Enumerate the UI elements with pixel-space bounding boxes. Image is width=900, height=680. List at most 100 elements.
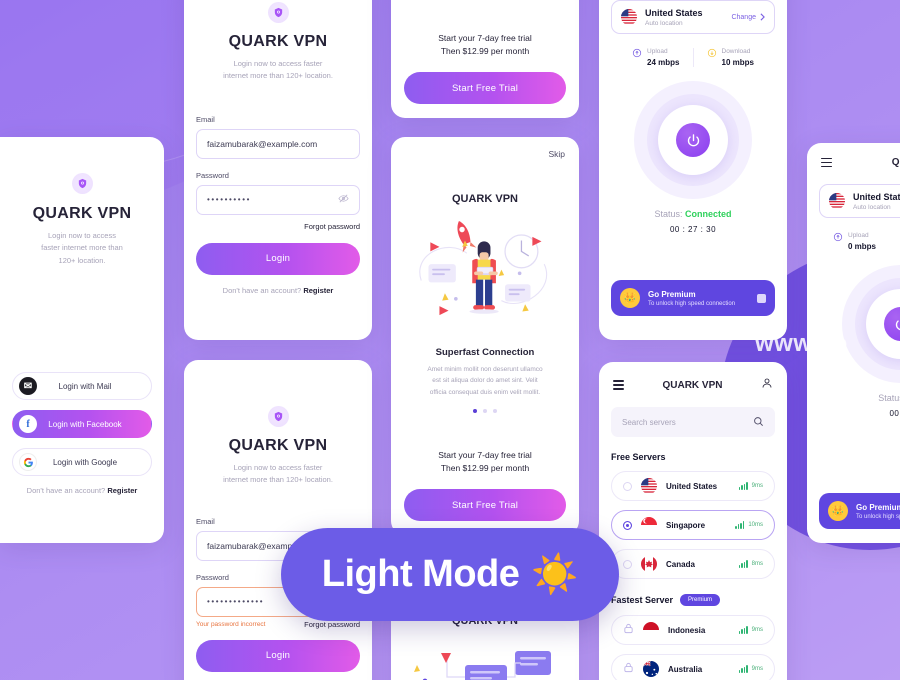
crown-icon: 👑: [828, 501, 848, 521]
flag-us-icon: [641, 478, 657, 494]
server-ping: 9ms: [738, 665, 763, 673]
download-value: 10 mbps: [721, 58, 754, 67]
start-free-trial-button[interactable]: Start Free Trial: [404, 489, 566, 521]
user-icon[interactable]: [761, 376, 773, 394]
carousel-dots[interactable]: [403, 409, 567, 414]
session-timer: 00 : 27 : 30: [669, 225, 717, 234]
ping-value: 9ms: [751, 666, 763, 672]
flag-us-icon: [829, 193, 845, 209]
page-title: QUARK VPN: [662, 379, 723, 391]
page-title: QUAR: [891, 157, 900, 168]
crown-icon: 👑: [620, 288, 640, 308]
login-error-panel: QUARK VPN Login now to access faster int…: [184, 360, 372, 680]
fastest-servers-label: Fastest Server: [611, 595, 674, 605]
search-placeholder: Search servers: [622, 417, 676, 427]
premium-title: Go Premium: [648, 289, 696, 299]
toggle-password-visibility-icon[interactable]: [338, 193, 349, 206]
server-radio[interactable]: [623, 481, 632, 491]
page-title: QUARK VPN: [32, 205, 132, 222]
speed-stats: Upload 24 mbps Download 10 mbps: [611, 48, 775, 67]
start-free-trial-button[interactable]: Start Free Trial: [404, 72, 566, 104]
login-button[interactable]: Login: [196, 242, 360, 275]
trial-line-2: Then $12.99 per month: [440, 463, 530, 474]
table-row[interactable]: Australia 9ms: [611, 654, 775, 680]
server-radio[interactable]: [623, 520, 632, 530]
register-prompt: Don't have an account?: [26, 486, 108, 495]
server-radio[interactable]: [623, 559, 632, 569]
signal-icon: [738, 482, 748, 490]
location-sub: Auto location: [645, 19, 683, 27]
ping-value: 8ms: [751, 561, 763, 567]
password-field[interactable]: ••••••••••: [196, 184, 360, 215]
signal-icon: [738, 560, 748, 568]
premium-action-icon[interactable]: [757, 293, 766, 303]
carousel-dot-2[interactable]: [483, 409, 487, 414]
ping-value: 9ms: [751, 627, 763, 633]
location-sub: Auto location: [853, 203, 891, 211]
login-with-google-button[interactable]: Login with Google: [12, 448, 152, 476]
slide-description: Amet minim mollit non deserunt ullamco e…: [427, 366, 543, 396]
server-ping: 8ms: [738, 560, 763, 568]
table-row[interactable]: Singapore 10ms: [611, 510, 775, 540]
power-toggle-button[interactable]: [676, 123, 710, 157]
download-stat: Download 10 mbps: [692, 48, 767, 67]
ping-value: 10ms: [748, 522, 763, 528]
google-icon: [19, 453, 37, 471]
login-with-mail-button[interactable]: ✉ Login with Mail: [12, 372, 152, 400]
location-card[interactable]: United States Auto location Change: [611, 0, 775, 34]
skip-button[interactable]: Skip: [548, 149, 565, 159]
table-row[interactable]: Indonesia 9ms: [611, 615, 775, 645]
brand-tagline: Login now to access faster internet more…: [223, 463, 333, 485]
chevron-right-icon: [760, 13, 765, 21]
go-premium-card[interactable]: 👑 Go Premium To unlock high speed connec…: [611, 280, 775, 316]
flag-sg-icon: [641, 517, 657, 533]
flag-ca-icon: [641, 556, 657, 572]
go-premium-card[interactable]: 👑 Go Premium To unlock high sp: [819, 493, 900, 529]
upload-stat: Upload 24 mbps: [619, 48, 692, 67]
status-label: Status:: [654, 209, 685, 219]
forgot-password-link[interactable]: Forgot password: [196, 222, 360, 231]
brand-tagline: Login now to access faster internet more…: [41, 231, 123, 265]
register-prompt: Don't have an account?: [222, 285, 304, 295]
login-with-mail-label: Login with Mail: [58, 381, 112, 391]
server-list-panel: QUARK VPN Search servers Free Servers Un…: [599, 362, 787, 680]
flag-au-icon: [643, 661, 659, 677]
location-card[interactable]: United State Auto location: [819, 184, 900, 218]
session-timer: 00 : 0: [889, 409, 900, 418]
page-title: QUARK VPN: [228, 437, 328, 454]
social-login-panel: QUARK VPN Login now to access faster int…: [0, 137, 164, 543]
email-label: Email: [196, 114, 215, 124]
hamburger-icon[interactable]: [821, 157, 832, 168]
login-button[interactable]: Login: [196, 639, 360, 672]
download-label: Download: [721, 48, 751, 55]
login-with-google-label: Login with Google: [52, 457, 118, 467]
table-row[interactable]: Canada 8ms: [611, 549, 775, 579]
server-name: Indonesia: [668, 625, 706, 635]
brand-tagline: Login now to access faster internet more…: [223, 59, 333, 81]
status-label: Status:: [878, 393, 900, 403]
disconnected-header: QUAR: [819, 157, 900, 168]
hamburger-icon[interactable]: [613, 380, 624, 390]
forgot-password-link[interactable]: Forgot password: [304, 620, 360, 629]
login-with-facebook-button[interactable]: f Login with Facebook: [12, 410, 152, 438]
server-ping: 10ms: [735, 521, 763, 529]
power-icon: [895, 319, 900, 330]
password-error-message: Your password incorrect: [196, 620, 266, 628]
watermark-text: www.co: [755, 330, 848, 357]
search-input[interactable]: Search servers: [611, 407, 775, 437]
server-name: Canada: [666, 559, 695, 569]
power-button-wrap: [634, 81, 752, 199]
flag-id-icon: [643, 622, 659, 638]
change-location-button[interactable]: Change: [731, 13, 765, 21]
table-row[interactable]: United States 9ms: [611, 471, 775, 501]
carousel-dot-1[interactable]: [473, 409, 477, 414]
email-field[interactable]: faizamubarak@example.com: [196, 128, 360, 159]
page-title: QUARK VPN: [228, 33, 328, 50]
login-with-facebook-label: Login with Facebook: [48, 419, 122, 429]
register-link[interactable]: Register: [303, 286, 333, 295]
register-link[interactable]: Register: [107, 486, 137, 495]
server-ping: 9ms: [738, 626, 763, 634]
free-servers-heading: Free Servers: [611, 452, 775, 462]
carousel-dot-3[interactable]: [493, 409, 497, 414]
search-icon[interactable]: [753, 416, 764, 429]
